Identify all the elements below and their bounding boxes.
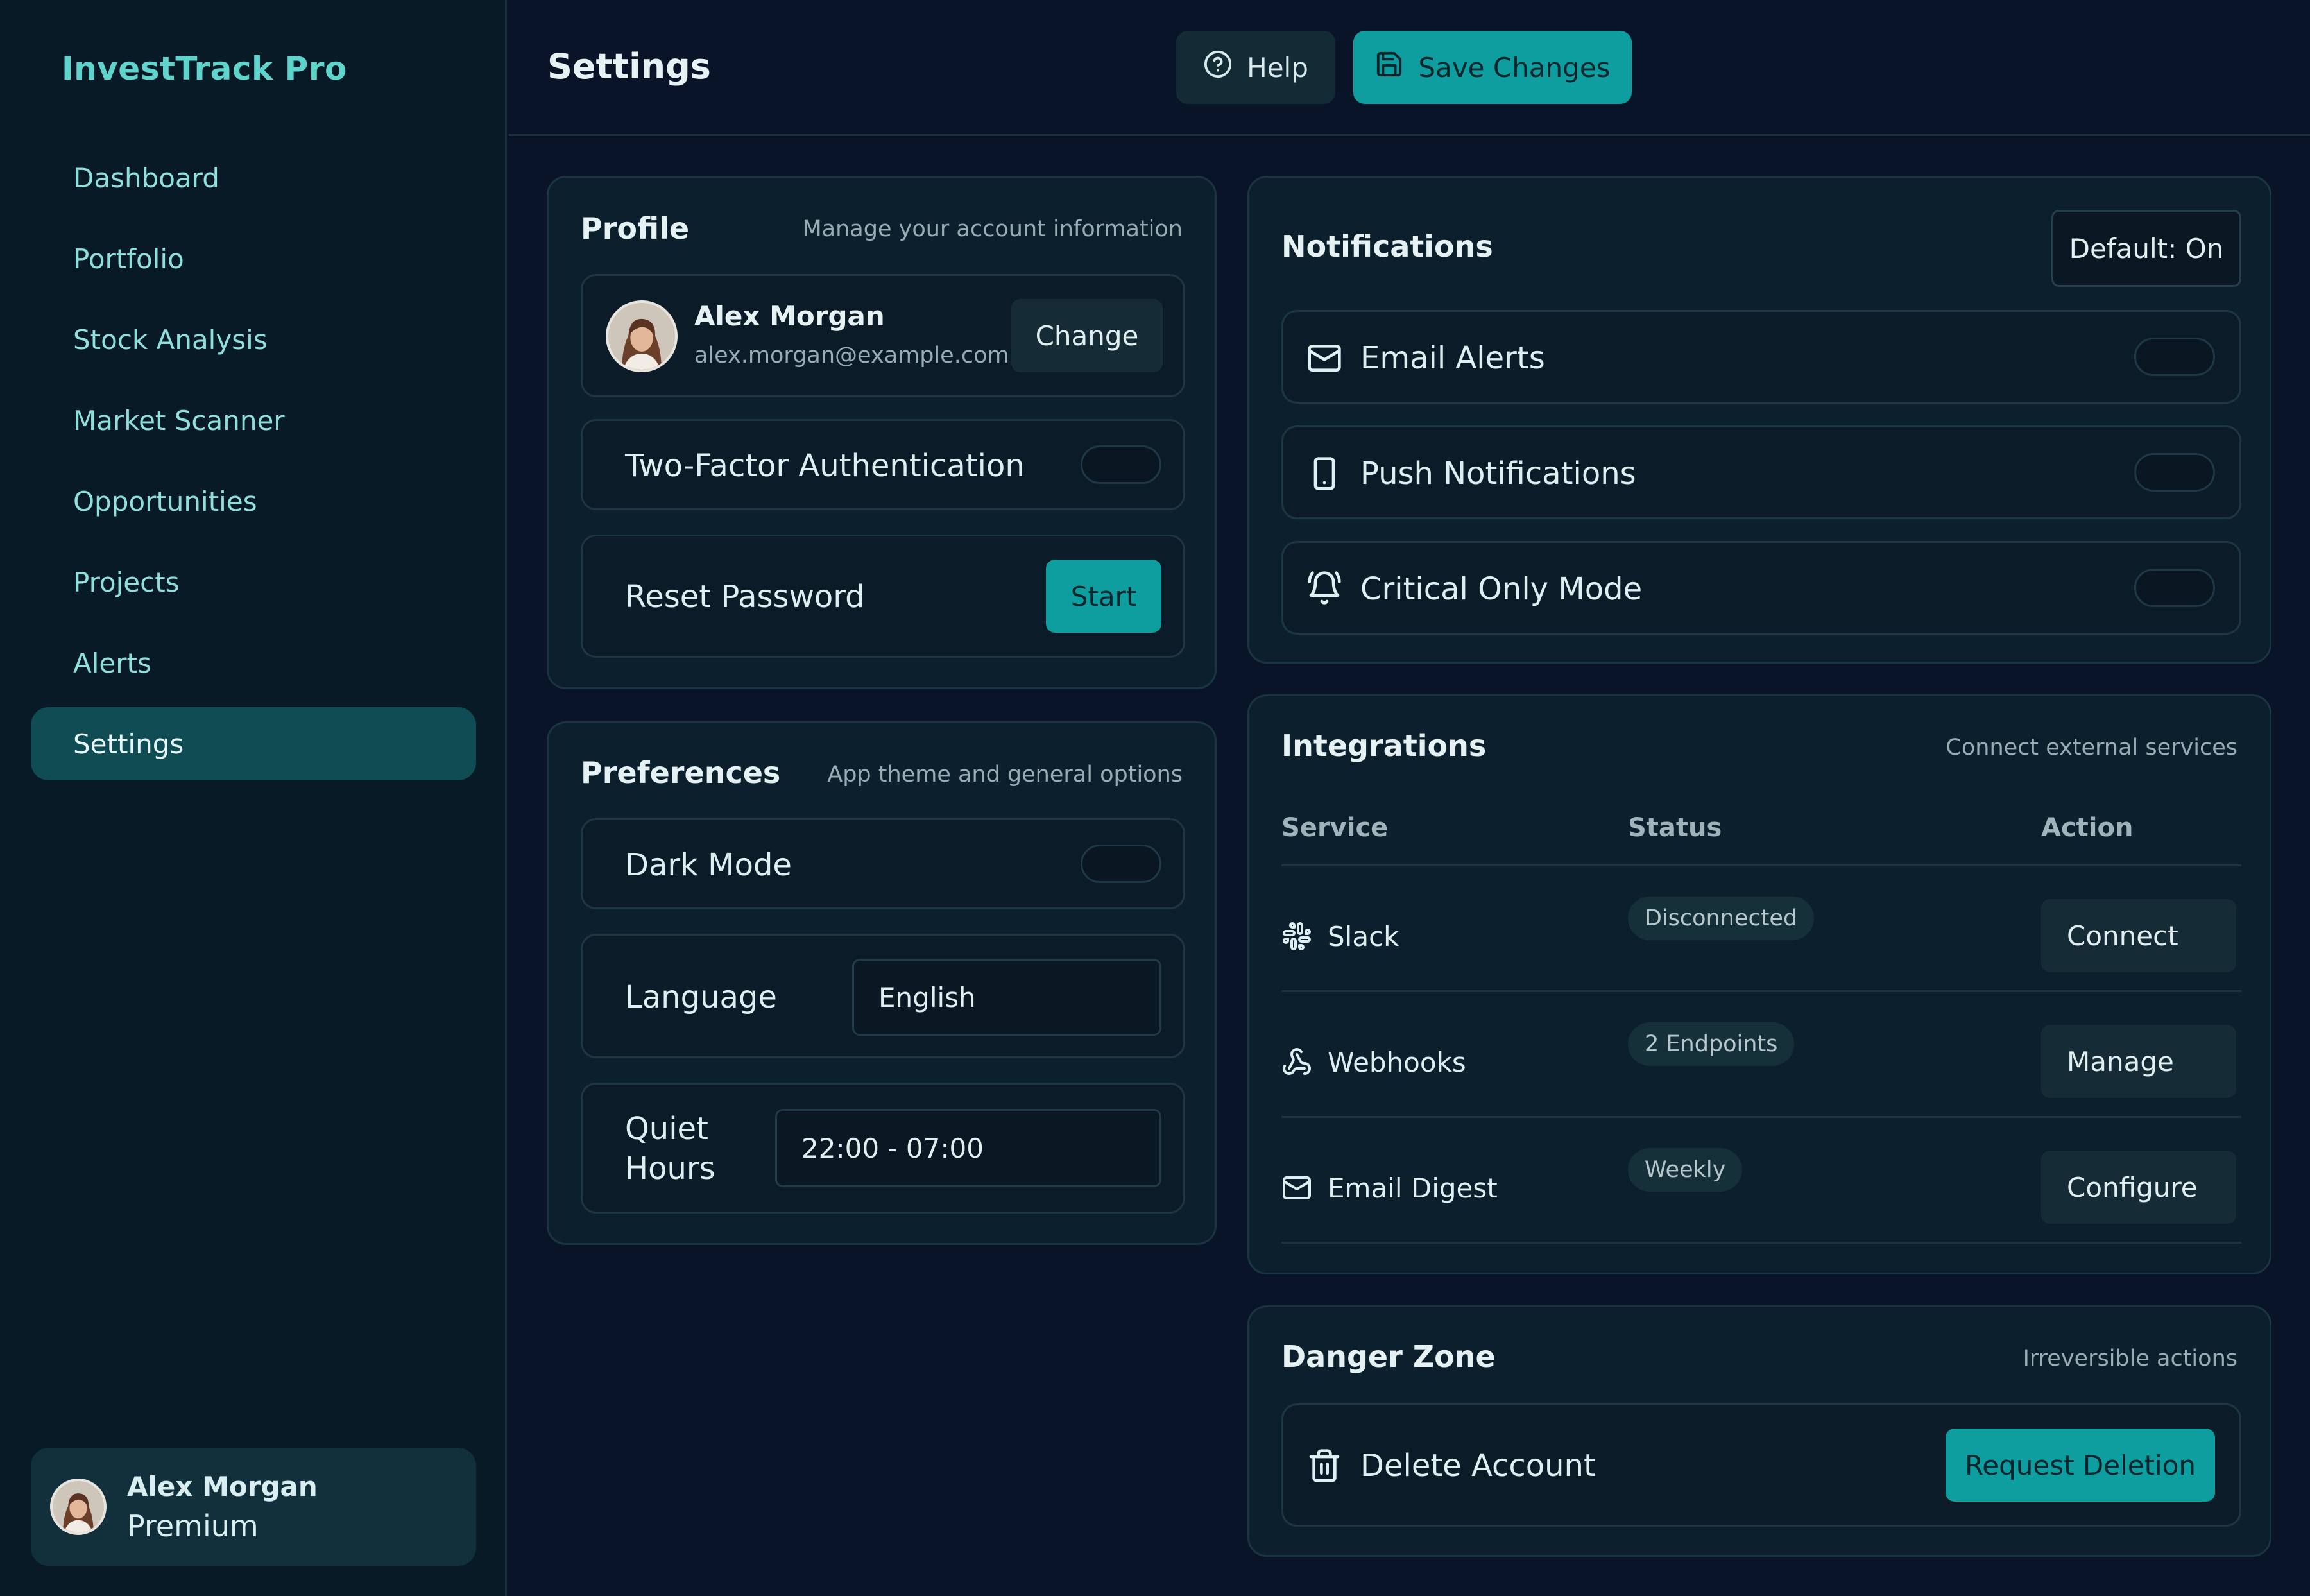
critical-only-toggle[interactable]: [2134, 569, 2215, 607]
column-header-status: Status: [1628, 813, 1722, 843]
profile-name: Alex Morgan: [694, 300, 885, 332]
status-badge: 2 Endpoints: [1628, 1022, 1795, 1066]
status-badge: Weekly: [1628, 1148, 1743, 1192]
danger-zone-card: Danger Zone Irreversible actions Delete …: [1247, 1305, 2272, 1557]
delete-account-label: Delete Account: [1360, 1448, 1596, 1484]
profile-title: Profile: [581, 211, 690, 246]
sidebar-item-stock-analysis[interactable]: Stock Analysis: [31, 303, 476, 376]
save-label: Save Changes: [1418, 51, 1611, 83]
delete-account-row: Delete Account Request Deletion: [1281, 1403, 2241, 1527]
critical-only-label: Critical Only Mode: [1360, 571, 1643, 607]
table-divider: [1281, 864, 2241, 866]
smartphone-icon: [1306, 456, 1342, 492]
quiet-hours-row: Quiet Hours 22:00 - 07:00: [581, 1083, 1185, 1214]
sidebar-item-settings[interactable]: Settings: [31, 707, 476, 780]
sidebar-item-opportunities[interactable]: Opportunities: [31, 465, 476, 538]
mail-icon: [1281, 1172, 1312, 1203]
help-button[interactable]: Help: [1176, 31, 1335, 104]
two-factor-label: Two-Factor Authentication: [625, 448, 1025, 484]
user-name: Alex Morgan: [127, 1470, 318, 1502]
reset-password-start-button[interactable]: Start: [1046, 560, 1161, 633]
slack-icon: [1281, 921, 1312, 952]
profile-subtitle: Manage your account information: [802, 216, 1183, 242]
email-alerts-toggle[interactable]: [2134, 338, 2215, 376]
preferences-subtitle: App theme and general options: [827, 762, 1183, 787]
sidebar-item-projects[interactable]: Projects: [31, 545, 476, 619]
profile-info-row: Alex Morgan alex.morgan@example.com Chan…: [581, 274, 1185, 397]
avatar: [606, 300, 678, 372]
reset-password-label: Reset Password: [625, 579, 865, 615]
user-card[interactable]: Alex Morgan Premium: [31, 1448, 476, 1566]
sidebar-item-alerts[interactable]: Alerts: [31, 626, 476, 699]
trash-icon: [1306, 1448, 1342, 1484]
push-notifications-toggle[interactable]: [2134, 453, 2215, 492]
critical-only-row: Critical Only Mode: [1281, 541, 2241, 635]
dark-mode-row: Dark Mode: [581, 818, 1185, 909]
service-name-webhooks: Webhooks: [1328, 1047, 1466, 1078]
sidebar: InvestTrack Pro Dashboard Portfolio Stoc…: [0, 0, 507, 1596]
mail-icon: [1306, 340, 1342, 376]
dark-mode-label: Dark Mode: [625, 847, 792, 883]
header: Settings Help Save Changes: [509, 0, 2310, 136]
brand-logo[interactable]: InvestTrack Pro: [62, 50, 347, 87]
push-notifications-label: Push Notifications: [1360, 456, 1636, 492]
two-factor-toggle[interactable]: [1081, 445, 1161, 484]
integrations-title: Integrations: [1281, 728, 1487, 763]
quiet-hours-input[interactable]: 22:00 - 07:00: [775, 1109, 1161, 1187]
service-name-email-digest: Email Digest: [1328, 1172, 1498, 1204]
help-label: Help: [1247, 51, 1308, 83]
bell-ring-icon: [1306, 570, 1342, 606]
sidebar-item-portfolio[interactable]: Portfolio: [31, 222, 476, 295]
language-row: Language English: [581, 934, 1185, 1058]
column-header-action: Action: [2041, 813, 2134, 843]
language-select[interactable]: English: [852, 959, 1161, 1036]
request-deletion-button[interactable]: Request Deletion: [1946, 1429, 2215, 1502]
integrations-subtitle: Connect external services: [1946, 735, 2237, 760]
integrations-card: Integrations Connect external services S…: [1247, 694, 2272, 1274]
status-badge: Disconnected: [1628, 897, 1815, 940]
page-title: Settings: [547, 46, 711, 87]
quiet-hours-label-line1: Quiet: [625, 1111, 708, 1147]
preferences-card: Preferences App theme and general option…: [547, 721, 1217, 1245]
help-circle-icon: [1203, 49, 1247, 85]
row-divider: [1281, 990, 2241, 992]
save-icon: [1374, 49, 1418, 85]
profile-email: alex.morgan@example.com: [694, 343, 1009, 368]
reset-password-row: Reset Password Start: [581, 535, 1185, 658]
preferences-title: Preferences: [581, 755, 781, 790]
column-header-service: Service: [1281, 813, 1389, 843]
connect-slack-button[interactable]: Connect: [2041, 899, 2236, 972]
email-alerts-row: Email Alerts: [1281, 310, 2241, 404]
dark-mode-toggle[interactable]: [1081, 845, 1161, 883]
notifications-title: Notifications: [1281, 229, 1493, 264]
sidebar-item-market-scanner[interactable]: Market Scanner: [31, 384, 476, 457]
danger-zone-title: Danger Zone: [1281, 1339, 1496, 1374]
user-plan: Premium: [127, 1508, 259, 1543]
sidebar-nav: Dashboard Portfolio Stock Analysis Marke…: [31, 141, 476, 788]
service-name-slack: Slack: [1328, 921, 1399, 952]
row-divider: [1281, 1242, 2241, 1244]
webhook-icon: [1281, 1047, 1312, 1077]
change-avatar-button[interactable]: Change: [1011, 299, 1163, 372]
manage-webhooks-button[interactable]: Manage: [2041, 1025, 2236, 1098]
notifications-card: Notifications Default: On Email Alerts P…: [1247, 176, 2272, 664]
two-factor-row: Two-Factor Authentication: [581, 419, 1185, 510]
save-changes-button[interactable]: Save Changes: [1353, 31, 1632, 104]
avatar: [50, 1479, 107, 1535]
profile-card: Profile Manage your account information …: [547, 176, 1217, 689]
language-label: Language: [625, 979, 777, 1015]
quiet-hours-label-line2: Hours: [625, 1151, 715, 1187]
row-divider: [1281, 1116, 2241, 1118]
sidebar-item-dashboard[interactable]: Dashboard: [31, 141, 476, 214]
email-alerts-label: Email Alerts: [1360, 340, 1545, 376]
quiet-hours-label: Quiet Hours: [625, 1109, 715, 1188]
push-notifications-row: Push Notifications: [1281, 425, 2241, 519]
notifications-default-button[interactable]: Default: On: [2051, 210, 2241, 287]
danger-zone-subtitle: Irreversible actions: [2023, 1346, 2237, 1371]
configure-email-digest-button[interactable]: Configure: [2041, 1151, 2236, 1224]
